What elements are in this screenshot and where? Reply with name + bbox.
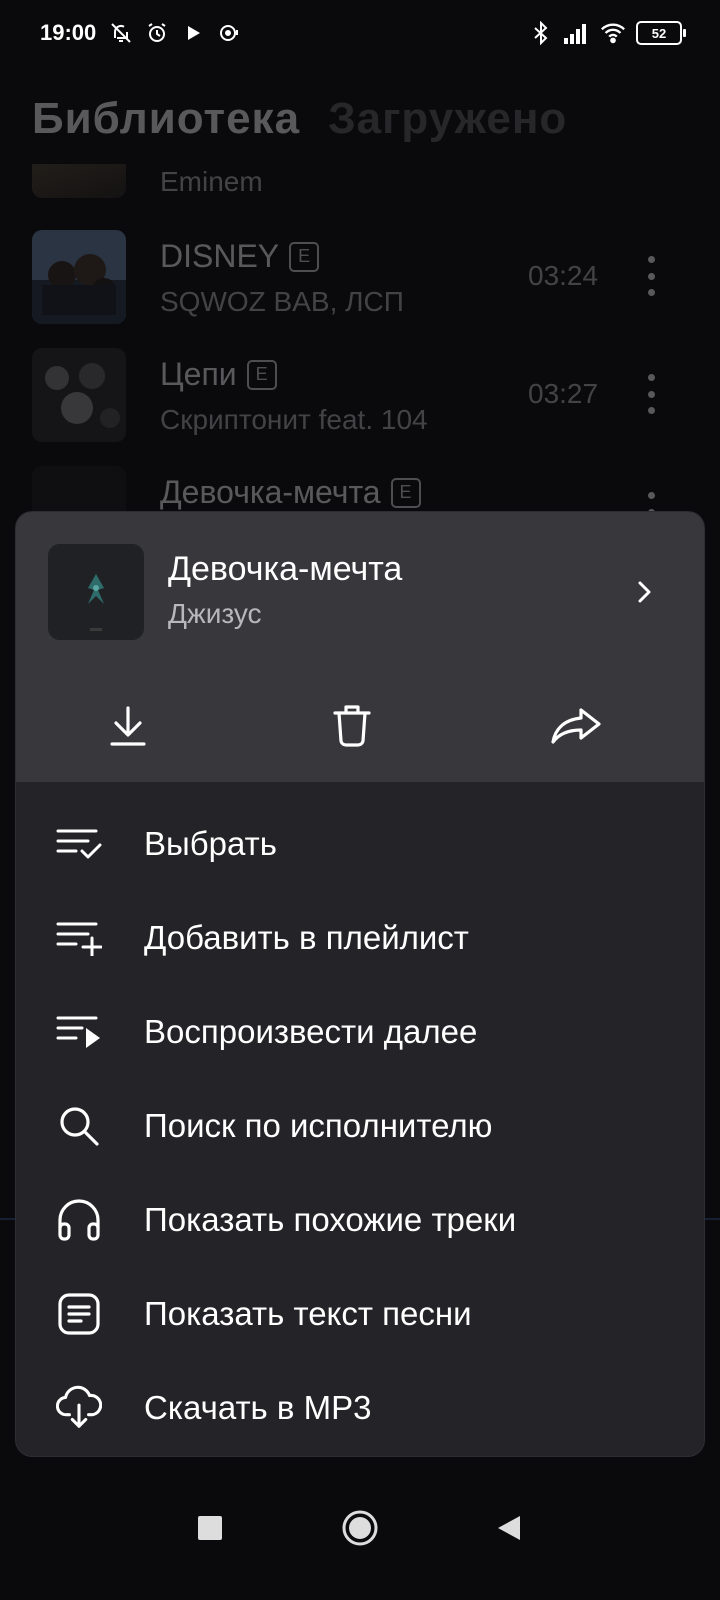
menu-item-label: Скачать в MP3: [144, 1389, 372, 1426]
library-tabs: Библиотека Загружено: [32, 94, 567, 144]
bluetooth-icon: [528, 20, 554, 46]
track-title: Девочка-мечта E: [160, 474, 421, 511]
signal-icon: [564, 20, 590, 46]
menu-item-label: Показать текст песни: [144, 1295, 472, 1332]
menu-item-label: Поиск по исполнителю: [144, 1107, 493, 1144]
recents-icon: [197, 1515, 223, 1546]
menu-item-download-mp3[interactable]: Скачать в MP3: [16, 1362, 704, 1452]
track-title-text: Цепи: [160, 356, 237, 392]
system-nav-bar: [0, 1472, 720, 1600]
track-artist: SQWOZ BAB, ЛСП: [160, 286, 404, 317]
share-icon: [550, 706, 602, 751]
playlist-add-icon: [56, 915, 102, 961]
menu-item-label: Показать похожие треки: [144, 1201, 517, 1238]
recents-button[interactable]: [180, 1500, 240, 1560]
menu-item-add-to-playlist[interactable]: Добавить в плейлист: [16, 892, 704, 982]
track-artist: Скриптонит feat. 104: [160, 404, 428, 435]
play-next-icon: [56, 1009, 102, 1055]
track-row[interactable]: Eminem: [32, 164, 692, 214]
menu-item-label: Выбрать: [144, 825, 277, 862]
menu-item-show-lyrics[interactable]: Показать текст песни: [16, 1268, 704, 1358]
home-icon: [341, 1509, 379, 1552]
wifi-icon: [600, 20, 626, 46]
menu-item-label: Воспроизвести далее: [144, 1013, 478, 1050]
track-row[interactable]: Цепи E Скриптонит feat. 104 03:27: [32, 348, 692, 444]
podcast-icon: [216, 20, 242, 46]
status-left-icons: [108, 20, 242, 46]
bell-off-icon: [108, 20, 134, 46]
select-list-icon: [56, 821, 102, 867]
share-button[interactable]: [546, 698, 606, 758]
delete-icon: [332, 703, 372, 754]
headphones-icon: [56, 1197, 102, 1243]
menu-item-label: Добавить в плейлист: [144, 919, 469, 956]
track-title-text: Девочка-мечта: [160, 474, 381, 510]
menu-item-search-artist[interactable]: Поиск по исполнителю: [16, 1080, 704, 1170]
more-options-icon[interactable]: [646, 374, 656, 414]
back-button[interactable]: [478, 1500, 538, 1560]
menu-item-play-next[interactable]: Воспроизвести далее: [16, 986, 704, 1076]
sheet-header: Девочка-мечта Джизус: [16, 512, 704, 782]
track-cover: [32, 164, 126, 198]
back-icon: [494, 1514, 522, 1547]
track-cover: [32, 230, 126, 324]
track-options-sheet: Девочка-мечта Джизус Выбрать Добавить в …: [16, 512, 704, 1456]
download-icon: [108, 704, 148, 753]
quick-actions: [16, 698, 704, 758]
home-button[interactable]: [330, 1500, 390, 1560]
status-time: 19:00: [40, 20, 97, 45]
chevron-right-icon[interactable]: [628, 576, 660, 608]
track-artist: Eminem: [160, 166, 263, 197]
search-icon: [56, 1103, 102, 1149]
track-row[interactable]: DISNEY E SQWOZ BAB, ЛСП 03:24: [32, 230, 692, 326]
more-options-icon[interactable]: [646, 256, 656, 296]
menu-item-similar-tracks[interactable]: Показать похожие треки: [16, 1174, 704, 1264]
sheet-track-title: Девочка-мечта: [168, 550, 403, 588]
status-right-icons: 52: [528, 20, 686, 46]
sheet-track-cover: [48, 544, 144, 640]
explicit-badge: E: [390, 477, 421, 508]
track-title-text: DISNEY: [160, 238, 280, 274]
track-duration: 03:24: [528, 260, 599, 291]
alarm-icon: [144, 20, 170, 46]
track-title: Цепи E: [160, 356, 277, 393]
delete-button[interactable]: [322, 698, 382, 758]
status-bar: 19:00 52: [0, 0, 720, 72]
track-duration: 03:27: [528, 378, 599, 409]
sheet-track-artist[interactable]: Джизус: [168, 598, 262, 630]
track-title: DISNEY E: [160, 238, 320, 275]
explicit-badge: E: [289, 241, 320, 272]
cloud-download-icon: [56, 1385, 102, 1431]
menu-item-select[interactable]: Выбрать: [16, 798, 704, 888]
tab-library[interactable]: Библиотека: [32, 94, 300, 144]
explicit-badge: E: [246, 359, 277, 390]
download-button[interactable]: [98, 698, 158, 758]
play-icon: [180, 20, 206, 46]
tab-downloaded[interactable]: Загружено: [328, 94, 567, 144]
lyrics-icon: [56, 1291, 102, 1337]
battery-indicator: 52: [636, 21, 686, 45]
track-cover: [32, 348, 126, 442]
